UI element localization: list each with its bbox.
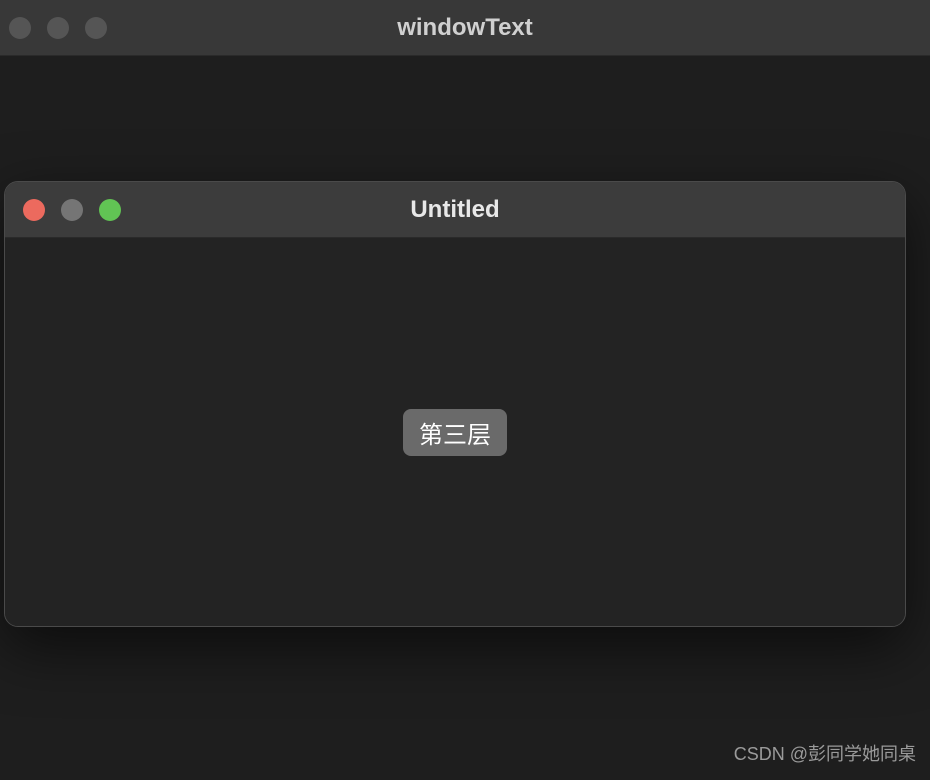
inner-window-title: Untitled	[5, 196, 905, 224]
inner-window-content: 第三层	[5, 238, 905, 626]
close-icon[interactable]	[9, 17, 31, 39]
outer-traffic-lights	[9, 17, 107, 39]
minimize-icon[interactable]	[61, 199, 83, 221]
inner-window: Untitled 第三层	[4, 181, 906, 627]
inner-traffic-lights	[23, 199, 121, 221]
close-icon[interactable]	[23, 199, 45, 221]
maximize-icon[interactable]	[85, 17, 107, 39]
minimize-icon[interactable]	[47, 17, 69, 39]
outer-window-content: Untitled 第三层	[0, 56, 930, 780]
watermark-text: CSDN @彭同学她同桌	[734, 740, 916, 766]
third-layer-button[interactable]: 第三层	[403, 409, 507, 456]
outer-titlebar: windowText	[0, 0, 930, 56]
maximize-icon[interactable]	[99, 199, 121, 221]
outer-window-title: windowText	[0, 14, 930, 42]
outer-window: windowText Untitled 第三层 CSDN @彭同学她同桌	[0, 0, 930, 780]
inner-titlebar: Untitled	[5, 182, 905, 238]
